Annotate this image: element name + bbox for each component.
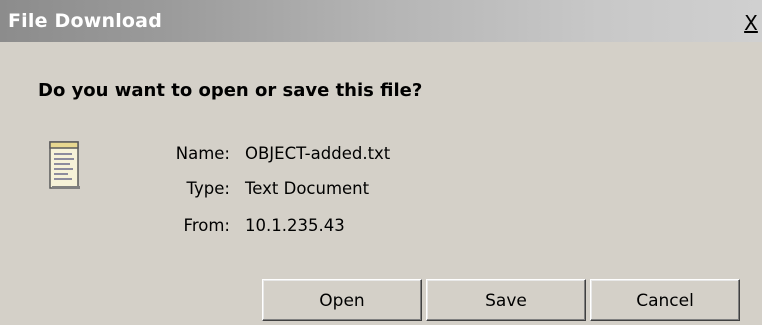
dialog-question: Do you want to open or save this file?: [38, 80, 423, 101]
open-button[interactable]: Open: [262, 279, 422, 321]
file-name-value: OBJECT-added.txt: [245, 144, 391, 163]
close-button[interactable]: X: [740, 10, 762, 36]
file-source-value: 10.1.235.43: [245, 216, 345, 235]
save-button[interactable]: Save: [426, 279, 586, 321]
file-type-value: Text Document: [245, 179, 370, 198]
title-bar: File Download X: [0, 0, 762, 42]
from-label: From:: [183, 216, 230, 235]
name-label: Name:: [175, 144, 230, 163]
type-label: Type:: [186, 179, 230, 198]
cancel-button[interactable]: Cancel: [590, 279, 740, 321]
window-title: File Download: [8, 10, 162, 32]
text-document-icon: [49, 141, 80, 189]
